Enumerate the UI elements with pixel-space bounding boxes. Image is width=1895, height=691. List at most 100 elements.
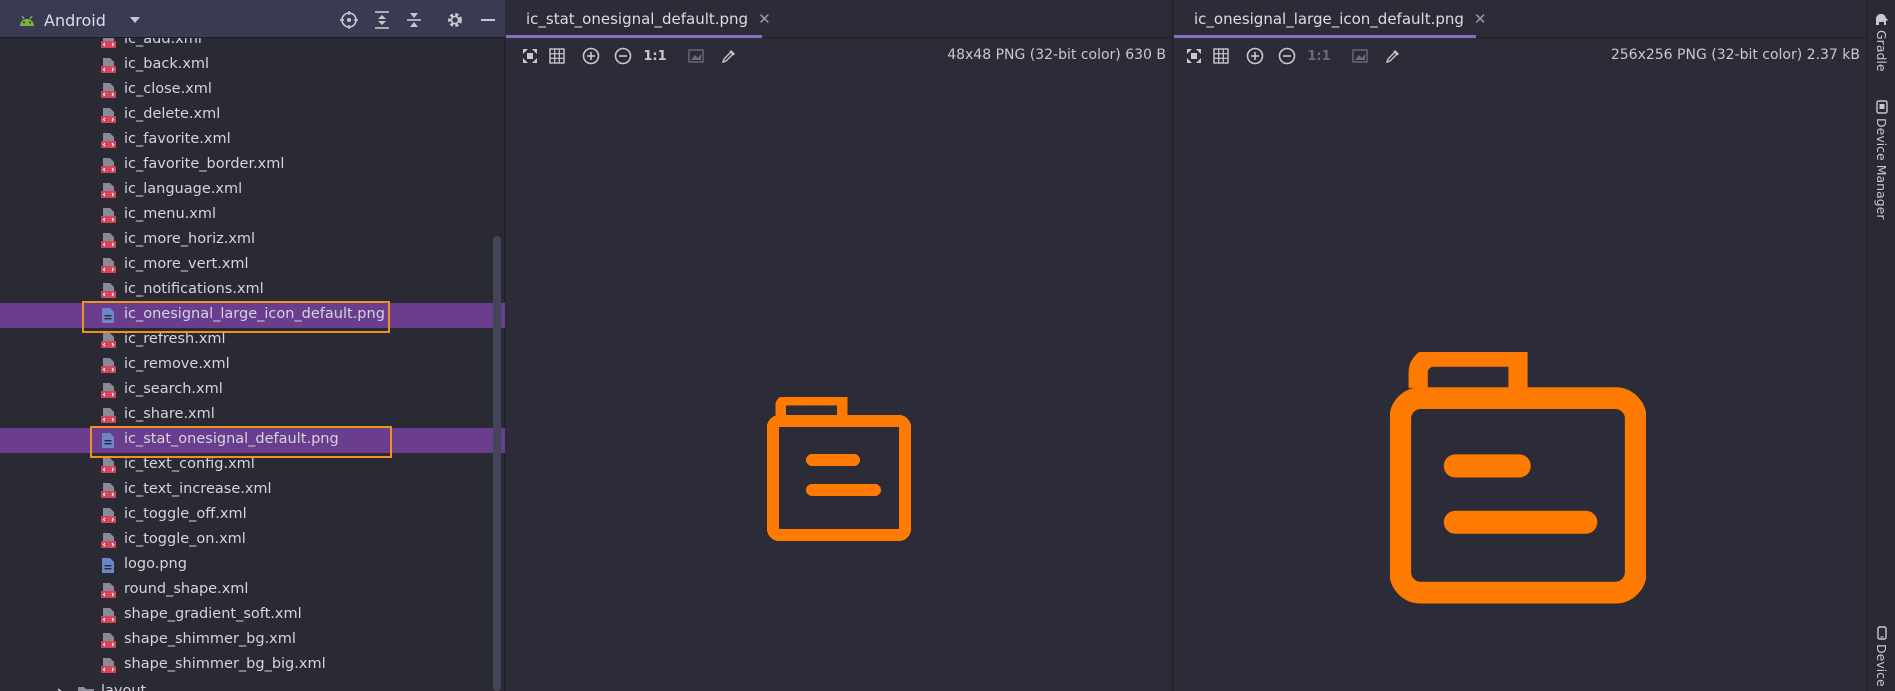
tree-item-label: ic_stat_onesignal_default.png bbox=[124, 431, 339, 447]
tree-item[interactable]: shape_gradient_soft.xml bbox=[0, 603, 505, 628]
tree-item-label: round_shape.xml bbox=[124, 581, 249, 597]
tree-scrollbar[interactable] bbox=[493, 236, 501, 691]
project-panel: Android ic_add.xml ic_back.xml ic_close.… bbox=[0, 0, 505, 691]
tree-item[interactable]: shape_shimmer_bg.xml bbox=[0, 628, 505, 653]
hide-panel-button[interactable] bbox=[477, 9, 499, 31]
tree-item[interactable]: shape_shimmer_bg_big.xml bbox=[0, 653, 505, 678]
actual-size-button[interactable]: 1:1 bbox=[643, 46, 667, 66]
image-file-icon bbox=[102, 308, 114, 323]
color-picker-button[interactable] bbox=[719, 46, 739, 66]
tree-item-label: ic_delete.xml bbox=[124, 106, 221, 122]
background-toggle-button[interactable] bbox=[686, 46, 706, 66]
zoom-to-fit-button[interactable] bbox=[1184, 46, 1204, 66]
tree-item[interactable]: ic_delete.xml bbox=[0, 103, 505, 128]
gradle-tool-button[interactable]: Gradle bbox=[1867, 14, 1895, 72]
tree-item-label: ic_more_horiz.xml bbox=[124, 231, 256, 247]
tree-item[interactable]: ic_language.xml bbox=[0, 178, 505, 203]
tree-item[interactable]: ic_notifications.xml bbox=[0, 278, 505, 303]
zoom-in-button[interactable] bbox=[581, 46, 601, 66]
expand-all-icon bbox=[375, 11, 389, 29]
close-icon[interactable]: ✕ bbox=[1474, 10, 1487, 28]
tree-item[interactable]: ic_more_horiz.xml bbox=[0, 228, 505, 253]
tree-folder-label: layout bbox=[101, 683, 147, 691]
tree-item[interactable]: ic_favorite_border.xml bbox=[0, 153, 505, 178]
tree-item[interactable]: ic_refresh.xml bbox=[0, 328, 505, 353]
tree-folder-layout[interactable]: layout bbox=[0, 680, 505, 691]
tree-item[interactable]: round_shape.xml bbox=[0, 578, 505, 603]
tree-item[interactable]: ic_text_increase.xml bbox=[0, 478, 505, 503]
image-file-icon bbox=[102, 433, 114, 448]
zoom-in-button[interactable] bbox=[1245, 46, 1265, 66]
tab-ic-onesignal-large-icon-default[interactable]: ic_onesignal_large_icon_default.png ✕ bbox=[1174, 0, 1486, 38]
project-tree: ic_add.xml ic_back.xml ic_close.xml ic_dele… bbox=[0, 38, 505, 691]
toggle-grid-button[interactable] bbox=[1211, 46, 1231, 66]
tree-item[interactable]: ic_menu.xml bbox=[0, 203, 505, 228]
tree-item-label: ic_add.xml bbox=[124, 38, 202, 47]
tree-item[interactable]: ic_share.xml bbox=[0, 403, 505, 428]
device-manager-icon bbox=[1875, 100, 1888, 114]
fit-icon bbox=[1187, 49, 1201, 63]
locate-file-button[interactable] bbox=[338, 9, 360, 31]
tree-item[interactable]: ic_add.xml bbox=[0, 38, 505, 53]
xml-file-icon bbox=[101, 533, 116, 548]
tree-item-label: ic_text_increase.xml bbox=[124, 481, 272, 497]
view-selector-dropdown[interactable]: Android bbox=[18, 9, 142, 31]
xml-file-icon bbox=[101, 133, 116, 148]
tree-item[interactable]: ic_remove.xml bbox=[0, 353, 505, 378]
settings-button[interactable] bbox=[444, 9, 466, 31]
tree-item-label: ic_toggle_off.xml bbox=[124, 506, 247, 522]
elephant-icon bbox=[1875, 14, 1888, 25]
tree-item[interactable]: ic_close.xml bbox=[0, 78, 505, 103]
tool-window-strip: Gradle Device Manager Device bbox=[1866, 0, 1895, 691]
tree-item-label: ic_onesignal_large_icon_default.png bbox=[124, 306, 385, 322]
tree-item[interactable]: ic_favorite.xml bbox=[0, 128, 505, 153]
zoom-out-button[interactable] bbox=[1277, 46, 1297, 66]
xml-file-icon bbox=[101, 458, 116, 473]
tree-item-label: shape_shimmer_bg_big.xml bbox=[124, 656, 326, 672]
xml-file-icon bbox=[101, 408, 116, 423]
image-info-right: 256x256 PNG (32-bit color) 2.37 kB bbox=[1610, 47, 1860, 63]
device-manager-tool-button[interactable]: Device Manager bbox=[1867, 100, 1895, 220]
zoom-out-button[interactable] bbox=[613, 46, 633, 66]
tree-item[interactable]: ic_toggle_off.xml bbox=[0, 503, 505, 528]
background-toggle-button[interactable] bbox=[1350, 46, 1370, 66]
tree-item-label: ic_text_config.xml bbox=[124, 456, 255, 472]
xml-file-icon bbox=[101, 283, 116, 298]
xml-file-icon bbox=[101, 233, 116, 248]
gear-icon bbox=[448, 13, 462, 27]
tree-item[interactable]: ic_text_config.xml bbox=[0, 453, 505, 478]
close-icon[interactable]: ✕ bbox=[758, 10, 771, 28]
toggle-grid-button[interactable] bbox=[547, 46, 567, 66]
device-tool-button[interactable]: Device bbox=[1867, 626, 1895, 687]
tree-item[interactable]: ic_back.xml bbox=[0, 53, 505, 78]
tree-item[interactable]: ic_more_vert.xml bbox=[0, 253, 505, 278]
xml-file-icon bbox=[101, 658, 116, 673]
tree-item[interactable]: ic_stat_onesignal_default.png bbox=[0, 428, 505, 453]
xml-file-icon bbox=[101, 258, 116, 273]
tree-item[interactable]: ic_search.xml bbox=[0, 378, 505, 403]
tab-label: ic_stat_onesignal_default.png bbox=[526, 10, 749, 28]
expand-all-button[interactable] bbox=[371, 9, 393, 31]
zoom-out-icon bbox=[1278, 47, 1296, 65]
tab-ic-stat-onesignal-default[interactable]: ic_stat_onesignal_default.png ✕ bbox=[506, 0, 771, 38]
actual-size-button[interactable]: 1:1 bbox=[1307, 46, 1331, 66]
folder-icon bbox=[78, 687, 94, 691]
image-canvas-left[interactable] bbox=[506, 72, 1172, 691]
tree-item[interactable]: ic_onesignal_large_icon_default.png bbox=[0, 303, 505, 328]
background-icon bbox=[688, 49, 704, 63]
editor-pane-left: ic_stat_onesignal_default.png ✕ 1:1 48x4… bbox=[506, 0, 1173, 691]
collapse-all-button[interactable] bbox=[403, 9, 425, 31]
editor-pane-right: ic_onesignal_large_icon_default.png ✕ 1:… bbox=[1174, 0, 1866, 691]
tree-item[interactable]: logo.png bbox=[0, 553, 505, 578]
xml-file-icon bbox=[101, 208, 116, 223]
crosshair-icon bbox=[340, 11, 358, 29]
image-info-left: 48x48 PNG (32-bit color) 630 B bbox=[947, 47, 1166, 63]
tree-item-label: ic_close.xml bbox=[124, 81, 212, 97]
zoom-to-fit-button[interactable] bbox=[520, 46, 540, 66]
image-canvas-right[interactable] bbox=[1174, 72, 1866, 691]
color-picker-button[interactable] bbox=[1383, 46, 1403, 66]
tree-item-label: shape_gradient_soft.xml bbox=[124, 606, 302, 622]
tree-item-label: ic_more_vert.xml bbox=[124, 256, 249, 272]
notification-icon-preview bbox=[767, 397, 911, 541]
tree-item[interactable]: ic_toggle_on.xml bbox=[0, 528, 505, 553]
